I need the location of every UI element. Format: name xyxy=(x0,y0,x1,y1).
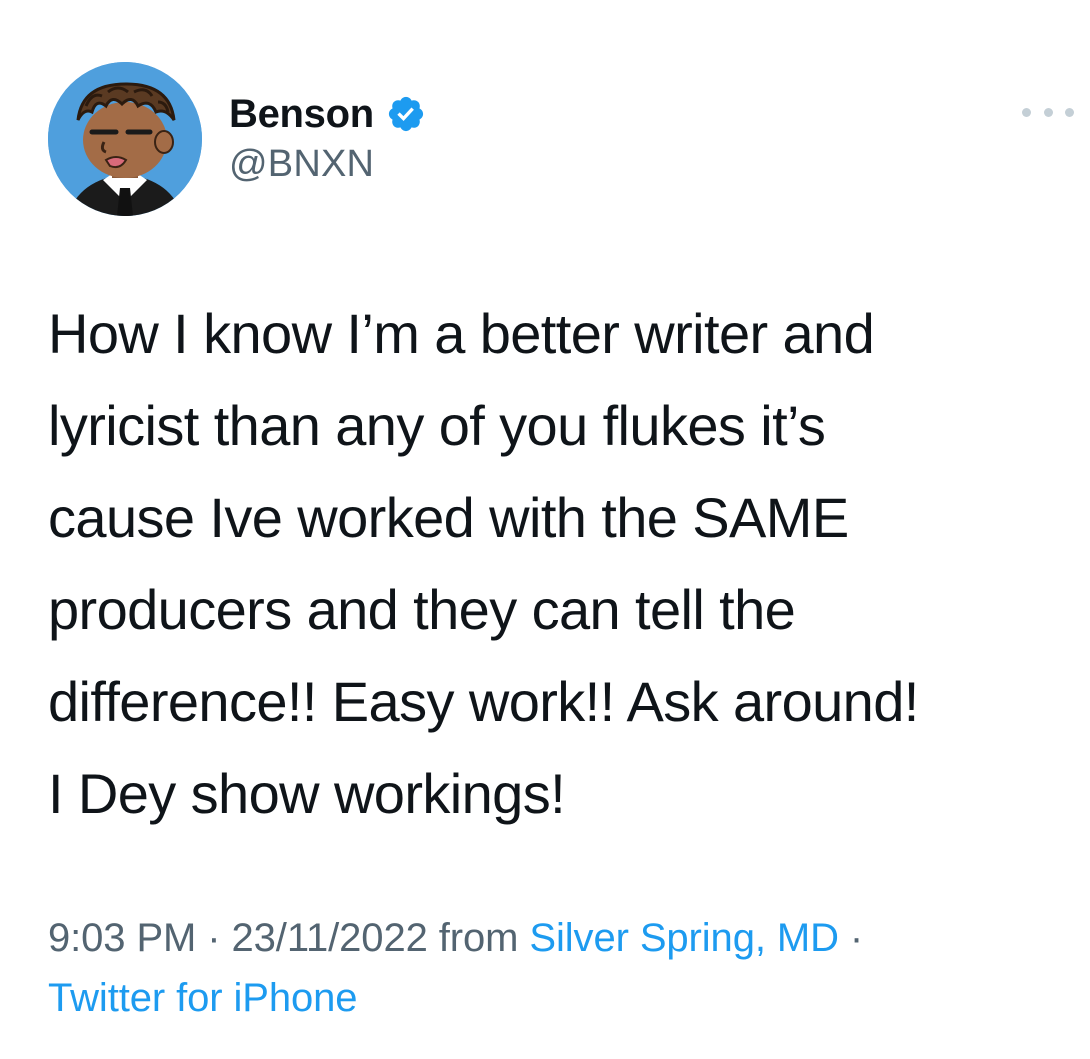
dot xyxy=(1065,107,1074,117)
dot xyxy=(1022,107,1031,117)
author-name-row[interactable]: Benson xyxy=(229,88,426,140)
more-options-icon[interactable] xyxy=(1022,100,1074,124)
dot xyxy=(1043,107,1053,117)
cartoon-avatar-icon xyxy=(48,62,202,216)
tweet-time: 9:03 PM xyxy=(48,916,197,960)
author-display-name[interactable]: Benson xyxy=(229,92,374,137)
tweet-card: Benson @BNXN How I know I’m a better wri… xyxy=(0,0,1090,1059)
tweet-meta: 9:03 PM · 23/11/2022 from Silver Spring,… xyxy=(48,908,1068,1028)
meta-separator: · xyxy=(838,916,864,960)
verified-badge-icon xyxy=(386,94,426,134)
tweet-date: 23/11/2022 xyxy=(231,916,428,960)
source-link[interactable]: Twitter for iPhone xyxy=(48,976,358,1020)
location-link[interactable]: Silver Spring, MD xyxy=(529,916,839,960)
meta-separator: · xyxy=(196,916,232,960)
tweet-text: How I know I’m a better writer and lyric… xyxy=(48,302,919,825)
author-handle[interactable]: @BNXN xyxy=(229,143,374,186)
meta-from-label: from xyxy=(427,916,530,960)
avatar[interactable] xyxy=(48,62,202,216)
